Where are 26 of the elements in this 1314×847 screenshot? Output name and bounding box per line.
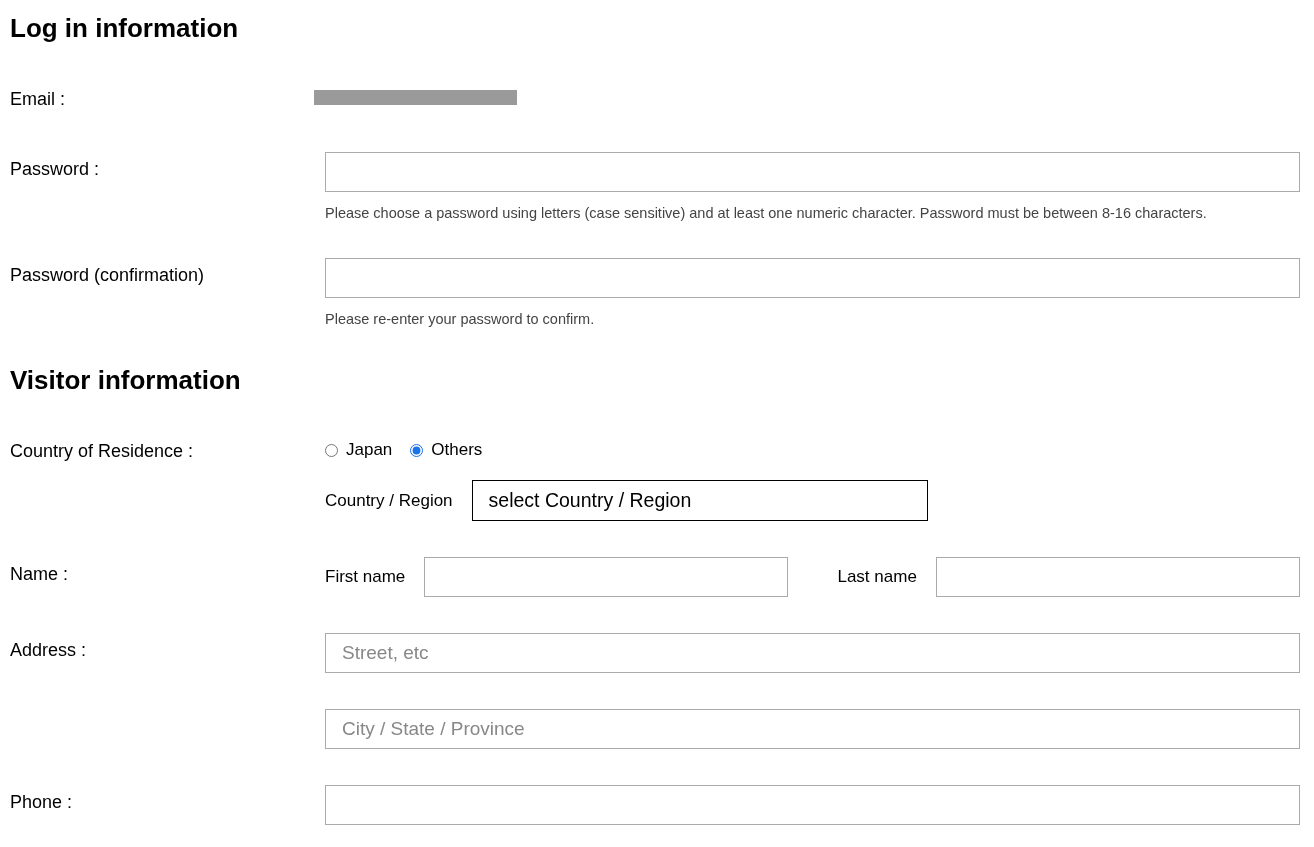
input-field[interactable]: [424, 557, 789, 597]
input-field[interactable]: [325, 258, 1300, 298]
option-label: Others: [431, 440, 483, 460]
option-label: Japan: [346, 440, 393, 460]
field-label: First name: [325, 567, 406, 587]
section-heading: Visitor information: [10, 364, 242, 396]
hint-text: Please re-enter your password to confirm.: [325, 310, 596, 328]
field-label: Password (confirmation): [10, 264, 206, 287]
field-label: Email :: [10, 88, 66, 111]
field-label: Country of Residence :: [10, 440, 195, 463]
radio-button[interactable]: [410, 443, 424, 457]
input-field[interactable]: Street, etc: [325, 633, 1300, 673]
hint-text: Please choose a password using letters (case sensitive) and at least one numeric character. Password must be between 8-16 characters.: [325, 204, 1208, 222]
field-label: Country / Region: [325, 490, 453, 511]
input-field[interactable]: City / State / Province: [325, 709, 1300, 749]
radio-button[interactable]: [325, 443, 338, 457]
field-label: Name :: [10, 563, 70, 586]
select-field[interactable]: select Country / Region: [471, 480, 928, 521]
field-label: Phone :: [10, 791, 74, 814]
input-field[interactable]: [935, 557, 1300, 597]
field-label: Last name: [837, 567, 917, 587]
field-label: Password :: [10, 158, 101, 181]
section-heading: Log in information: [10, 12, 240, 44]
field-label: Address :: [10, 639, 88, 662]
input-field[interactable]: [325, 785, 1300, 825]
input-field[interactable]: [325, 152, 1300, 192]
